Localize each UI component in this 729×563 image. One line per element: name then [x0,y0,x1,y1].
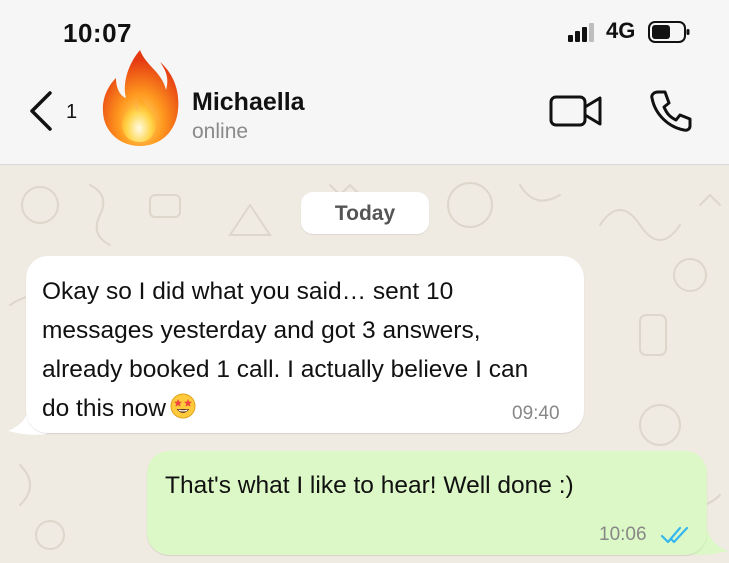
incoming-message-text: Okay so I did what you said… sent 10 mes… [42,272,562,428]
incoming-message-time: 09:40 [512,403,560,424]
outgoing-message-text: That's what I like to hear! Well done :) [165,472,574,499]
video-call-icon[interactable] [548,92,604,130]
status-time: 10:07 [63,18,132,48]
chat-header: 10:07 4G 1 Michaella online [0,0,729,165]
incoming-message-body: Okay so I did what you said… sent 10 mes… [42,278,529,422]
outgoing-message-time: 10:06 [599,524,647,545]
star-struck-emoji-icon [170,393,196,419]
contact-name[interactable]: Michaella [192,88,305,117]
battery-icon [648,21,690,43]
contact-status: online [192,120,249,143]
fire-emoji-avatar[interactable] [100,48,180,148]
network-type: 4G [606,18,636,43]
signal-icon [568,23,594,42]
double-blue-tick-icon [660,526,689,544]
date-separator: Today [301,192,429,234]
phone-call-icon[interactable] [648,88,694,134]
unread-count[interactable]: 1 [66,101,77,124]
back-chevron-icon[interactable] [26,90,56,132]
